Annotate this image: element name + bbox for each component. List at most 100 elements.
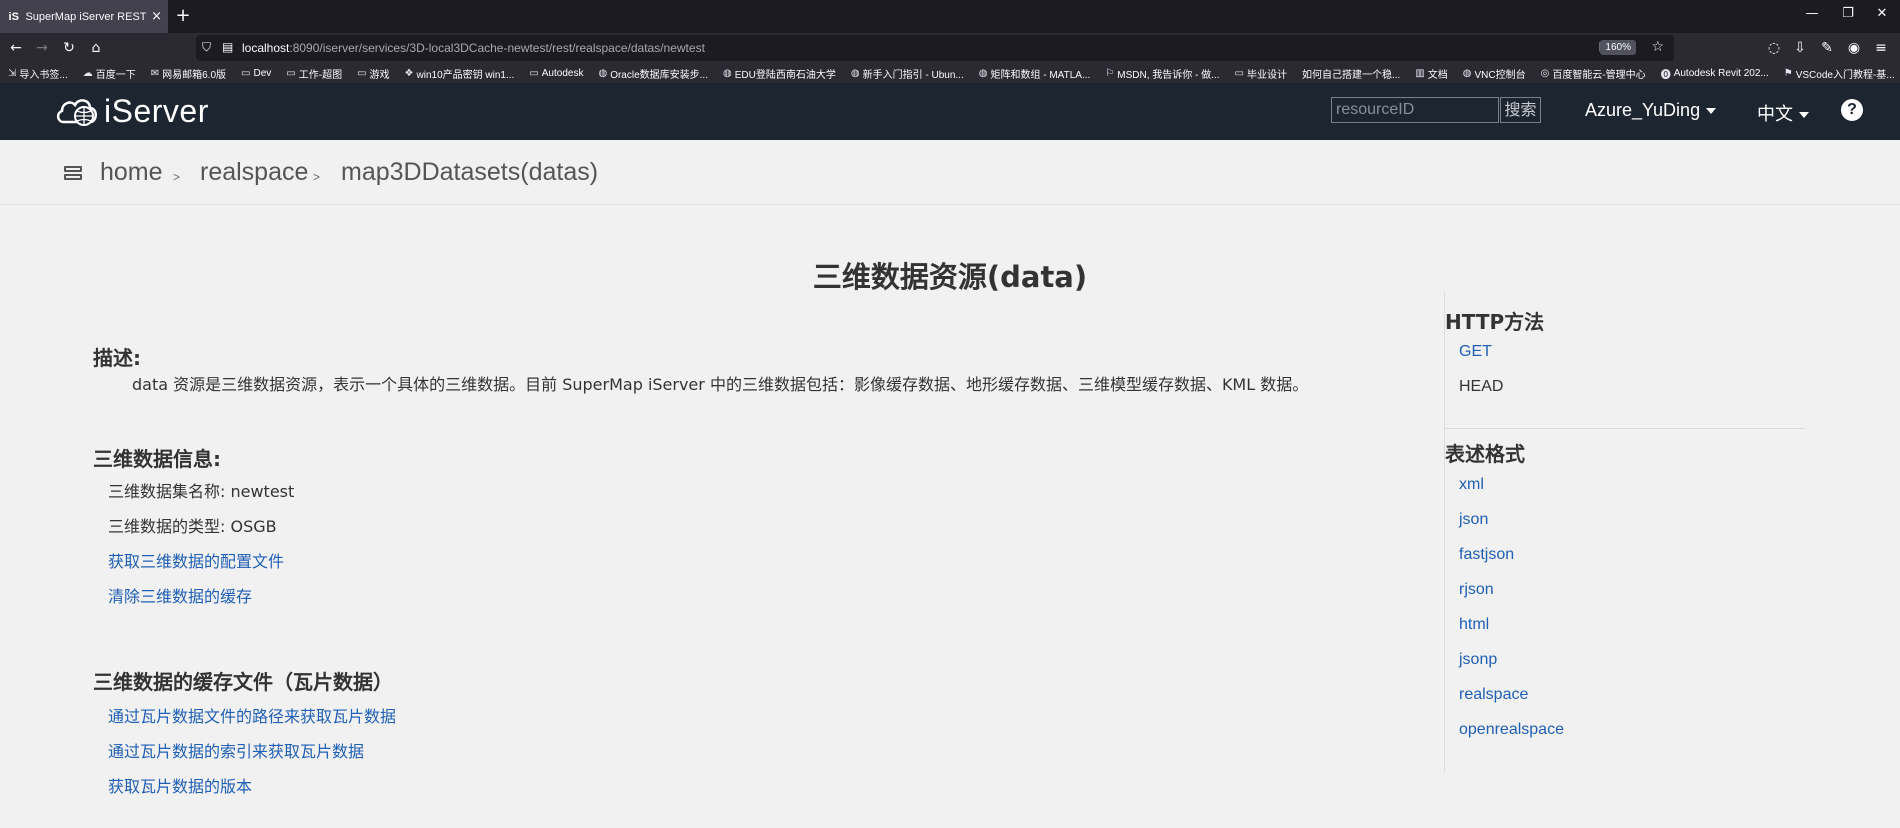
shield-icon: ⛉ [202, 40, 212, 54]
minimize-icon[interactable]: — [1797, 6, 1827, 21]
bookmark-item[interactable]: ⓿ Autodesk Revit 202... [1661, 66, 1769, 81]
bookmark-item[interactable]: ▭ Dev [241, 68, 271, 79]
bookmark-icon: ▭ [241, 67, 251, 79]
restore-icon[interactable]: ❐ [1833, 6, 1863, 21]
caret-down-icon [1706, 108, 1717, 115]
url-text[interactable]: localhost:8090/iserver/services/3D-local… [242, 41, 705, 55]
tile-by-path-link[interactable]: 通过瓦片数据文件的路径来获取瓦片数据 [108, 703, 396, 727]
bookmark-item[interactable]: ◍ 新手入门指引 - Ubun... [851, 66, 964, 81]
browser-nav-bar: ← → ↻ ⌂ ⛉ ▤ localhost:8090/iserver/servi… [0, 33, 1900, 63]
wrench-icon[interactable]: ✎ [1817, 38, 1837, 58]
url-bar[interactable]: ⛉ ▤ localhost:8090/iserver/services/3D-l… [196, 35, 1674, 61]
cloud-logo-icon [56, 99, 97, 126]
language-label: 中文 [1757, 104, 1793, 125]
info-heading: 三维数据信息: [93, 447, 221, 471]
bookmark-icon: ◍ [723, 67, 732, 79]
bookmark-icon: ⇲ [8, 67, 17, 79]
new-tab-button[interactable]: + [172, 6, 194, 28]
forward-arrow-icon[interactable]: → [32, 38, 52, 58]
bookmark-icon: ▭ [1234, 67, 1244, 79]
format-realspace-link[interactable]: realspace [1459, 686, 1528, 704]
logo-text: iServer [104, 93, 209, 129]
bookmark-label: 工作-超图 [298, 69, 343, 81]
bookmark-item[interactable]: ▭ 工作-超图 [286, 66, 342, 81]
back-arrow-icon[interactable]: ← [6, 38, 26, 58]
close-window-icon[interactable]: ✕ [1867, 6, 1897, 21]
close-tab-icon[interactable]: × [151, 9, 162, 24]
bookmark-item[interactable]: 如何自己搭建一个稳... [1302, 66, 1400, 81]
bookmark-item[interactable]: ◍ 矩阵和数组 - MATLA... [979, 66, 1091, 81]
format-json-link[interactable]: json [1459, 511, 1488, 529]
bookmark-icon: ⓿ [1660, 69, 1671, 81]
bookmark-item[interactable]: ▭ 毕业设计 [1235, 66, 1287, 81]
dataset-name: 三维数据集名称: newtest [108, 482, 295, 501]
url-host: localhost [242, 41, 290, 55]
bookmark-label: 新手入门指引 - Ubun... [862, 69, 964, 81]
bookmark-label: Dev [253, 67, 272, 79]
bookmark-item[interactable]: ☁ 百度一下 [83, 66, 136, 81]
clear-cache-link[interactable]: 清除三维数据的缓存 [108, 583, 252, 607]
user-dropdown[interactable]: Azure_YuDing [1585, 100, 1717, 121]
breadcrumb-home[interactable]: home [100, 158, 163, 187]
pocket-icon[interactable]: ◌ [1764, 38, 1784, 58]
bookmark-item[interactable]: ▭ 游戏 [357, 66, 389, 81]
tile-by-index-link[interactable]: 通过瓦片数据的索引来获取瓦片数据 [108, 738, 364, 762]
format-openrealspace-link[interactable]: openrealspace [1459, 721, 1564, 739]
tile-version-link[interactable]: 获取瓦片数据的版本 [108, 773, 252, 797]
resource-id-search-input[interactable] [1331, 97, 1499, 123]
bookmark-icon: ◍ [1462, 67, 1472, 79]
bookmark-star-icon[interactable]: ☆ [1651, 39, 1664, 55]
bookmark-item[interactable]: ⇲ 导入书签... [8, 66, 68, 81]
bookmark-label: 如何自己搭建一个稳... [1301, 69, 1401, 81]
resource-sidebar: HTTP方法 GET HEAD 表述格式 xml json fastjson r… [1444, 292, 1805, 772]
formats-heading: 表述格式 [1445, 442, 1525, 466]
bookmark-icon: ⚑ [1783, 67, 1793, 79]
reload-icon[interactable]: ↻ [59, 38, 79, 58]
bookmark-item[interactable]: ◍ EDU登陆西南石油大学 [723, 66, 836, 81]
zoom-level-badge[interactable]: 160% [1600, 40, 1636, 55]
bookmark-label: win10产品密钥 win1... [416, 69, 515, 81]
bookmark-label: VSCode入门教程-基... [1795, 69, 1895, 81]
format-html-link[interactable]: html [1459, 616, 1489, 634]
format-rjson-link[interactable]: rjson [1459, 581, 1494, 599]
bookmark-item[interactable]: ⚐ MSDN, 我告诉你 - 做... [1105, 66, 1219, 81]
format-fastjson-link[interactable]: fastjson [1459, 546, 1514, 564]
bookmark-icon: ◎ [1540, 67, 1550, 79]
bookmark-icon: ▭ [529, 67, 539, 79]
bookmark-icon: ☁ [82, 67, 93, 79]
home-icon[interactable]: ⌂ [86, 38, 106, 58]
page-icon: ▤ [222, 40, 234, 54]
help-icon[interactable]: ? [1841, 99, 1863, 121]
description-heading: 描述: [93, 346, 141, 370]
http-get-link[interactable]: GET [1459, 343, 1492, 361]
bookmark-label: 文档 [1427, 69, 1448, 81]
favicon-icon: iS [8, 10, 19, 23]
bookmark-item[interactable]: ◍ VNC控制台 [1463, 66, 1526, 81]
get-config-link[interactable]: 获取三维数据的配置文件 [108, 548, 284, 572]
app-header: iServer 搜索 Azure_YuDing 中文 ? [0, 83, 1900, 140]
bookmark-item[interactable]: ⚑ VSCode入门教程-基... [1784, 66, 1895, 81]
bookmark-item[interactable]: ▭ Autodesk [529, 68, 583, 79]
breadcrumb-datasets: map3DDatasets(datas) [341, 158, 599, 186]
bookmark-item[interactable]: ◎ 百度智能云-管理中心 [1541, 66, 1646, 81]
bookmark-item[interactable]: ❖ win10产品密钥 win1... [405, 66, 515, 81]
search-button[interactable]: 搜索 [1500, 97, 1541, 123]
language-dropdown[interactable]: 中文 [1757, 100, 1809, 126]
format-jsonp-link[interactable]: jsonp [1459, 651, 1497, 669]
bookmark-item[interactable]: ✉ 网易邮箱6.0版 [151, 66, 226, 81]
server-icon [64, 166, 82, 182]
format-xml-link[interactable]: xml [1459, 476, 1484, 494]
breadcrumb-realspace[interactable]: realspace [200, 158, 308, 187]
menu-icon[interactable]: ≡ [1871, 38, 1891, 58]
user-name: Azure_YuDing [1585, 100, 1701, 120]
description-text: data 资源是三维数据资源，表示一个具体的三维数据。目前 SuperMap i… [132, 375, 1309, 394]
browser-tab[interactable]: iS SuperMap iServer REST API × [0, 0, 168, 33]
bookmark-item[interactable]: ▥ 文档 [1415, 66, 1447, 81]
http-head-item: HEAD [1459, 378, 1504, 395]
bookmark-icon: ❖ [404, 67, 414, 79]
download-icon[interactable]: ⇩ [1790, 38, 1810, 58]
extension-icon[interactable]: ◉ [1844, 38, 1864, 58]
bookmark-item[interactable]: ◍ Oracle数据库安装步... [598, 66, 708, 81]
url-path: :8090/iserver/services/3D-local3DCache-n… [289, 41, 705, 55]
tab-title: SuperMap iServer REST API [25, 10, 149, 23]
